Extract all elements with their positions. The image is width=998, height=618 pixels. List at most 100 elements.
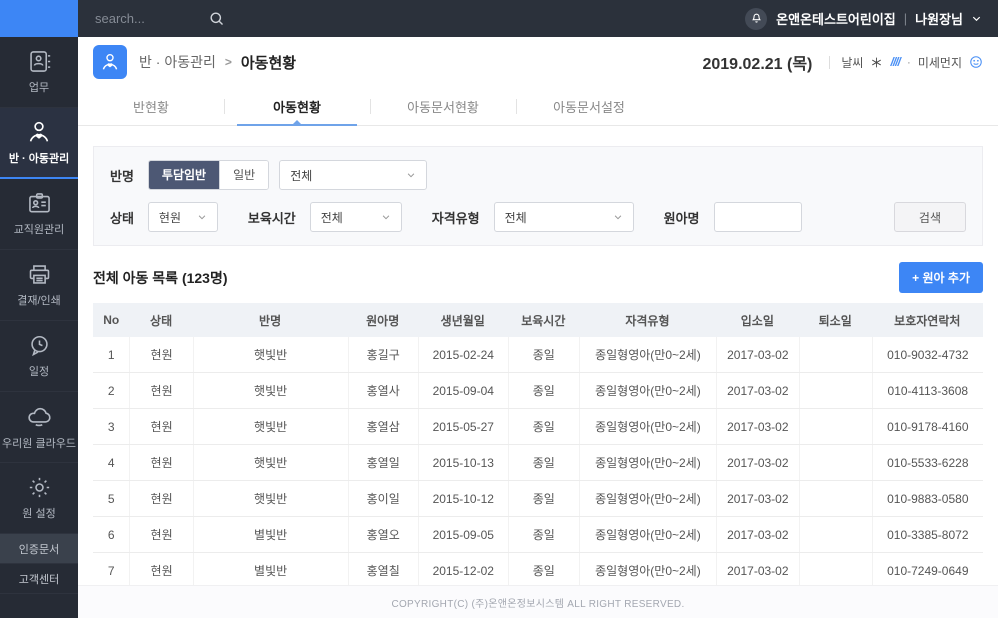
status-select[interactable]: 현원 (148, 202, 218, 232)
sidebar-item-approval-print[interactable]: 결재/인쇄 (0, 250, 78, 321)
table-cell: 010-9032-4732 (872, 337, 983, 372)
sidebar-item-label: 우리원 클라우드 (0, 438, 78, 451)
table-row[interactable]: 3현원햇빛반홍열삼2015-05-27종일종일형영아(만0~2세)2017-03… (93, 409, 983, 445)
table-cell: 홍열칠 (348, 553, 418, 588)
children-table: No상태반명원아명생년월일보육시간자격유형입소일퇴소일보호자연락처 1현원햇빛반… (93, 303, 983, 594)
table-cell: 홍열삼 (348, 409, 418, 444)
table-cell: 2015-09-05 (418, 517, 508, 552)
table-cell: 햇빛반 (193, 337, 348, 372)
table-cell: 종일 (508, 409, 579, 444)
table-cell: 햇빛반 (193, 481, 348, 516)
child-name-input[interactable] (714, 202, 802, 232)
table-cell: 현원 (129, 409, 192, 444)
breadcrumb-separator-icon: > (225, 55, 232, 69)
column-header: 퇴소일 (799, 303, 872, 337)
table-cell: 010-9178-4160 (872, 409, 983, 444)
sidebar-item-label: 교직원관리 (12, 224, 67, 237)
account-menu-button[interactable]: 온앤온테스트어린이집 | 나원장님 (776, 9, 982, 28)
tab-child-status[interactable]: 아동현황 (224, 87, 370, 125)
table-cell: 2015-12-02 (418, 553, 508, 588)
breadcrumb-parent[interactable]: 반 · 아동관리 (139, 52, 216, 72)
chevron-down-icon (613, 212, 623, 222)
column-header: 생년월일 (418, 303, 508, 337)
toggle-two-teacher-class[interactable]: 투담임반 (149, 161, 219, 189)
logo-block[interactable] (0, 0, 78, 37)
sidebar-item-label: 일정 (27, 366, 51, 379)
column-header: 반명 (193, 303, 348, 337)
org-name: 온앤온테스트어린이집 (776, 9, 896, 28)
table-cell: 2015-05-27 (418, 409, 508, 444)
table-cell (799, 481, 872, 516)
child-name-label: 원아명 (664, 208, 700, 227)
table-cell: 현원 (129, 373, 192, 408)
table-cell (799, 517, 872, 552)
sidebar-item-settings[interactable]: 원 설정 (0, 463, 78, 534)
chevron-down-icon (381, 212, 391, 222)
notification-bell-button[interactable] (745, 8, 767, 30)
table-cell: 햇빛반 (193, 409, 348, 444)
main-content: 반 · 아동관리 > 아동현황 2019.02.21 (목) 날씨 //// ·… (78, 37, 998, 618)
qualification-select[interactable]: 전체 (494, 202, 634, 232)
dot-separator: · (907, 55, 911, 69)
list-header: 전체 아동 목록 (123명) + 원아 추가 (93, 262, 983, 293)
tab-bar: 반현황 아동현황 아동문서현황 아동문서설정 (78, 87, 998, 126)
date-weather-area: 2019.02.21 (목) 날씨 //// · 미세먼지 (702, 50, 983, 74)
sidebar-item-class-child-mgmt[interactable]: 반 · 아동관리 (0, 108, 78, 179)
table-row[interactable]: 7현원별빛반홍열칠2015-12-02종일종일형영아(만0~2세)2017-03… (93, 553, 983, 589)
table-cell: 2017-03-02 (716, 445, 799, 480)
staff-badge-icon (26, 190, 53, 217)
current-date: 2019.02.21 (목) (702, 50, 812, 74)
table-cell: 종일형영아(만0~2세) (579, 409, 716, 444)
add-child-button[interactable]: + 원아 추가 (899, 262, 983, 293)
table-cell (799, 409, 872, 444)
table-cell: 2017-03-02 (716, 337, 799, 372)
filter-panel: 반명 투담임반 일반 전체 상태 현원 보육시간 전체 자격유형 전 (93, 146, 983, 246)
sidebar-item-certified-docs[interactable]: 인증문서 (0, 534, 78, 564)
select-value: 현원 (159, 209, 181, 226)
chevron-down-icon (971, 13, 982, 24)
table-row[interactable]: 5현원햇빛반홍이일2015-10-12종일종일형영아(만0~2세)2017-03… (93, 481, 983, 517)
table-row[interactable]: 4현원햇빛반홍열일2015-10-13종일종일형영아(만0~2세)2017-03… (93, 445, 983, 481)
table-cell: 010-4113-3608 (872, 373, 983, 408)
table-row[interactable]: 2현원햇빛반홍열사2015-09-04종일종일형영아(만0~2세)2017-03… (93, 373, 983, 409)
search-button[interactable]: 검색 (894, 202, 966, 232)
wind-slashes-icon: //// (890, 55, 899, 69)
table-cell (799, 373, 872, 408)
table-cell: 종일 (508, 553, 579, 588)
table-cell (799, 553, 872, 588)
table-cell: 3 (93, 409, 129, 444)
table-cell: 종일 (508, 517, 579, 552)
tab-label: 아동현황 (273, 97, 321, 116)
column-header: 원아명 (348, 303, 418, 337)
table-cell: 종일형영아(만0~2세) (579, 481, 716, 516)
table-row[interactable]: 1현원햇빛반홍길구2015-02-24종일종일형영아(만0~2세)2017-03… (93, 337, 983, 373)
care-time-label: 보육시간 (248, 208, 296, 227)
care-time-select[interactable]: 전체 (310, 202, 402, 232)
tab-child-doc-settings[interactable]: 아동문서설정 (516, 87, 662, 125)
global-search-input[interactable]: search... (95, 10, 225, 27)
smiley-face-icon (969, 55, 983, 69)
search-placeholder: search... (95, 11, 145, 26)
sidebar-item-cloud[interactable]: 우리원 클라우드 (0, 392, 78, 463)
column-header: 보육시간 (508, 303, 579, 337)
table-cell: 5 (93, 481, 129, 516)
toggle-general-class[interactable]: 일반 (219, 161, 268, 189)
column-header: 상태 (129, 303, 192, 337)
class-select[interactable]: 전체 (279, 160, 427, 190)
table-row[interactable]: 6현원별빛반홍열오2015-09-05종일종일형영아(만0~2세)2017-03… (93, 517, 983, 553)
page-header: 반 · 아동관리 > 아동현황 2019.02.21 (목) 날씨 //// ·… (78, 37, 998, 87)
sidebar-item-label: 인증문서 (19, 541, 59, 557)
tab-label: 아동문서설정 (553, 97, 625, 116)
table-cell: 010-9883-0580 (872, 481, 983, 516)
sidebar-item-staff-mgmt[interactable]: 교직원관리 (0, 179, 78, 250)
sidebar-item-customer-center[interactable]: 고객센터 (0, 564, 78, 594)
table-cell: 4 (93, 445, 129, 480)
table-cell: 별빛반 (193, 517, 348, 552)
sidebar: 업무 반 · 아동관리 교직원관리 결재/인쇄 일정 우리원 클라우드 원 (0, 37, 78, 618)
tab-child-doc-status[interactable]: 아동문서현황 (370, 87, 516, 125)
sidebar-item-schedule[interactable]: 일정 (0, 321, 78, 392)
class-type-toggle-group: 투담임반 일반 (148, 160, 269, 190)
sidebar-item-tasks[interactable]: 업무 (0, 37, 78, 108)
tab-class-status[interactable]: 반현황 (78, 87, 224, 125)
table-cell: 1 (93, 337, 129, 372)
